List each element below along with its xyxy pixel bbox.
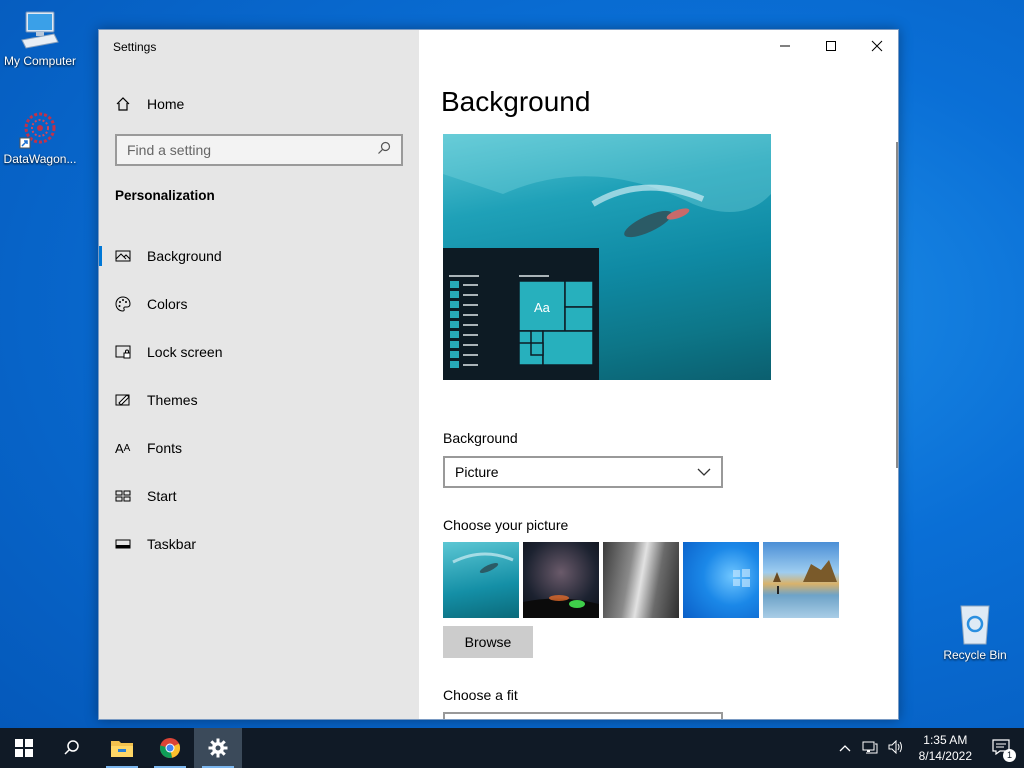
- scrollbar[interactable]: [896, 142, 898, 468]
- search-box[interactable]: [115, 134, 403, 166]
- sidebar-item-label: Taskbar: [147, 536, 197, 552]
- preview-tile-text: Aa: [534, 300, 550, 315]
- sidebar-item-fonts[interactable]: AA Fonts: [99, 428, 419, 468]
- home-icon: [99, 96, 147, 112]
- sidebar-item-label: Themes: [147, 392, 198, 408]
- start-icon: [99, 488, 147, 504]
- recycle-bin-icon: [953, 602, 997, 646]
- taskbar-icon: [99, 536, 147, 552]
- sidebar-item-taskbar[interactable]: Taskbar: [99, 524, 419, 564]
- choose-fit-label: Choose a fit: [443, 687, 518, 703]
- settings-window: Settings Home Personalization Background: [98, 29, 899, 720]
- search-input[interactable]: [127, 142, 377, 158]
- background-dropdown[interactable]: Picture: [443, 456, 723, 488]
- picture-thumbnail-beach-rocks[interactable]: [763, 542, 839, 618]
- desktop-icon-datawagon[interactable]: DataWagon...: [0, 106, 80, 166]
- sidebar-item-label: Fonts: [147, 440, 183, 456]
- system-tray: 1:35 AM 8/14/2022 1: [833, 728, 1024, 768]
- sidebar-item-themes[interactable]: Themes: [99, 380, 419, 420]
- choose-picture-label: Choose your picture: [443, 517, 569, 533]
- main-pane: Background Aa Background Picture Choose …: [419, 30, 898, 719]
- browse-button[interactable]: Browse: [443, 626, 533, 658]
- clock-date: 8/14/2022: [918, 749, 972, 763]
- picture-icon: [99, 248, 147, 264]
- sidebar-item-label: Background: [147, 248, 222, 264]
- sidebar-item-label: Home: [147, 96, 185, 112]
- chrome-button[interactable]: [146, 728, 194, 768]
- background-label: Background: [443, 430, 518, 446]
- fonts-icon: AA: [115, 440, 131, 456]
- maximize-button[interactable]: [808, 30, 854, 62]
- preview-illustration: [443, 134, 771, 380]
- window-controls: [762, 30, 898, 62]
- themes-icon: [99, 392, 147, 408]
- windows-logo-icon: [15, 739, 33, 757]
- gear-icon: [208, 738, 228, 758]
- palette-icon: [99, 296, 147, 312]
- sidebar-item-colors[interactable]: Colors: [99, 284, 419, 324]
- picture-thumbnail-night-sky[interactable]: [523, 542, 599, 618]
- background-preview: Aa: [443, 134, 771, 380]
- sidebar-item-label: Lock screen: [147, 344, 223, 360]
- notifications-button[interactable]: 1: [982, 738, 1024, 762]
- maximize-icon: [826, 41, 836, 51]
- clock[interactable]: 1:35 AM 8/14/2022: [909, 732, 982, 764]
- datawagon-icon: [18, 106, 62, 150]
- notification-count-badge: 1: [1003, 748, 1016, 762]
- file-explorer-button[interactable]: [98, 728, 146, 768]
- chrome-icon: [159, 738, 181, 759]
- desktop-icon-recycle-bin[interactable]: Recycle Bin: [935, 602, 1015, 662]
- sidebar-item-start[interactable]: Start: [99, 476, 419, 516]
- search-button[interactable]: [48, 728, 96, 768]
- sidebar-item-lock-screen[interactable]: Lock screen: [99, 332, 419, 372]
- sidebar-item-label: Colors: [147, 296, 188, 312]
- search-icon[interactable]: [377, 141, 391, 160]
- network-icon[interactable]: [857, 740, 883, 757]
- picture-thumbnail-rock-waterfall[interactable]: [603, 542, 679, 618]
- sidebar-item-label: Start: [147, 488, 177, 504]
- start-button[interactable]: [0, 728, 48, 768]
- picture-thumbnail-underwater[interactable]: [443, 542, 519, 618]
- close-button[interactable]: [854, 30, 898, 62]
- picture-thumbnail-windows-light[interactable]: [683, 542, 759, 618]
- sidebar-item-home[interactable]: Home: [99, 84, 419, 124]
- section-title: Personalization: [115, 188, 215, 203]
- sidebar: Settings Home Personalization Background: [99, 30, 419, 719]
- search-icon: [64, 740, 79, 755]
- volume-icon[interactable]: [883, 739, 909, 757]
- desktop-icon-my-computer[interactable]: My Computer: [0, 8, 80, 68]
- folder-icon: [111, 741, 133, 757]
- close-icon: [871, 40, 883, 52]
- choose-fit-dropdown[interactable]: [443, 712, 723, 719]
- sidebar-item-background[interactable]: Background: [99, 236, 419, 276]
- chevron-up-icon[interactable]: [833, 741, 857, 755]
- clock-time: 1:35 AM: [923, 733, 968, 747]
- taskbar: 1:35 AM 8/14/2022 1: [0, 728, 1024, 768]
- picture-thumbnails: [443, 542, 839, 618]
- background-dropdown-value: Picture: [455, 464, 499, 480]
- chevron-down-icon: [697, 468, 711, 476]
- minimize-icon: [780, 45, 790, 47]
- window-title: Settings: [113, 40, 157, 54]
- lock-screen-icon: [99, 344, 147, 360]
- minimize-button[interactable]: [762, 30, 808, 62]
- page-title: Background: [441, 86, 591, 117]
- computer-icon: [18, 8, 62, 52]
- settings-app-button[interactable]: [194, 728, 242, 768]
